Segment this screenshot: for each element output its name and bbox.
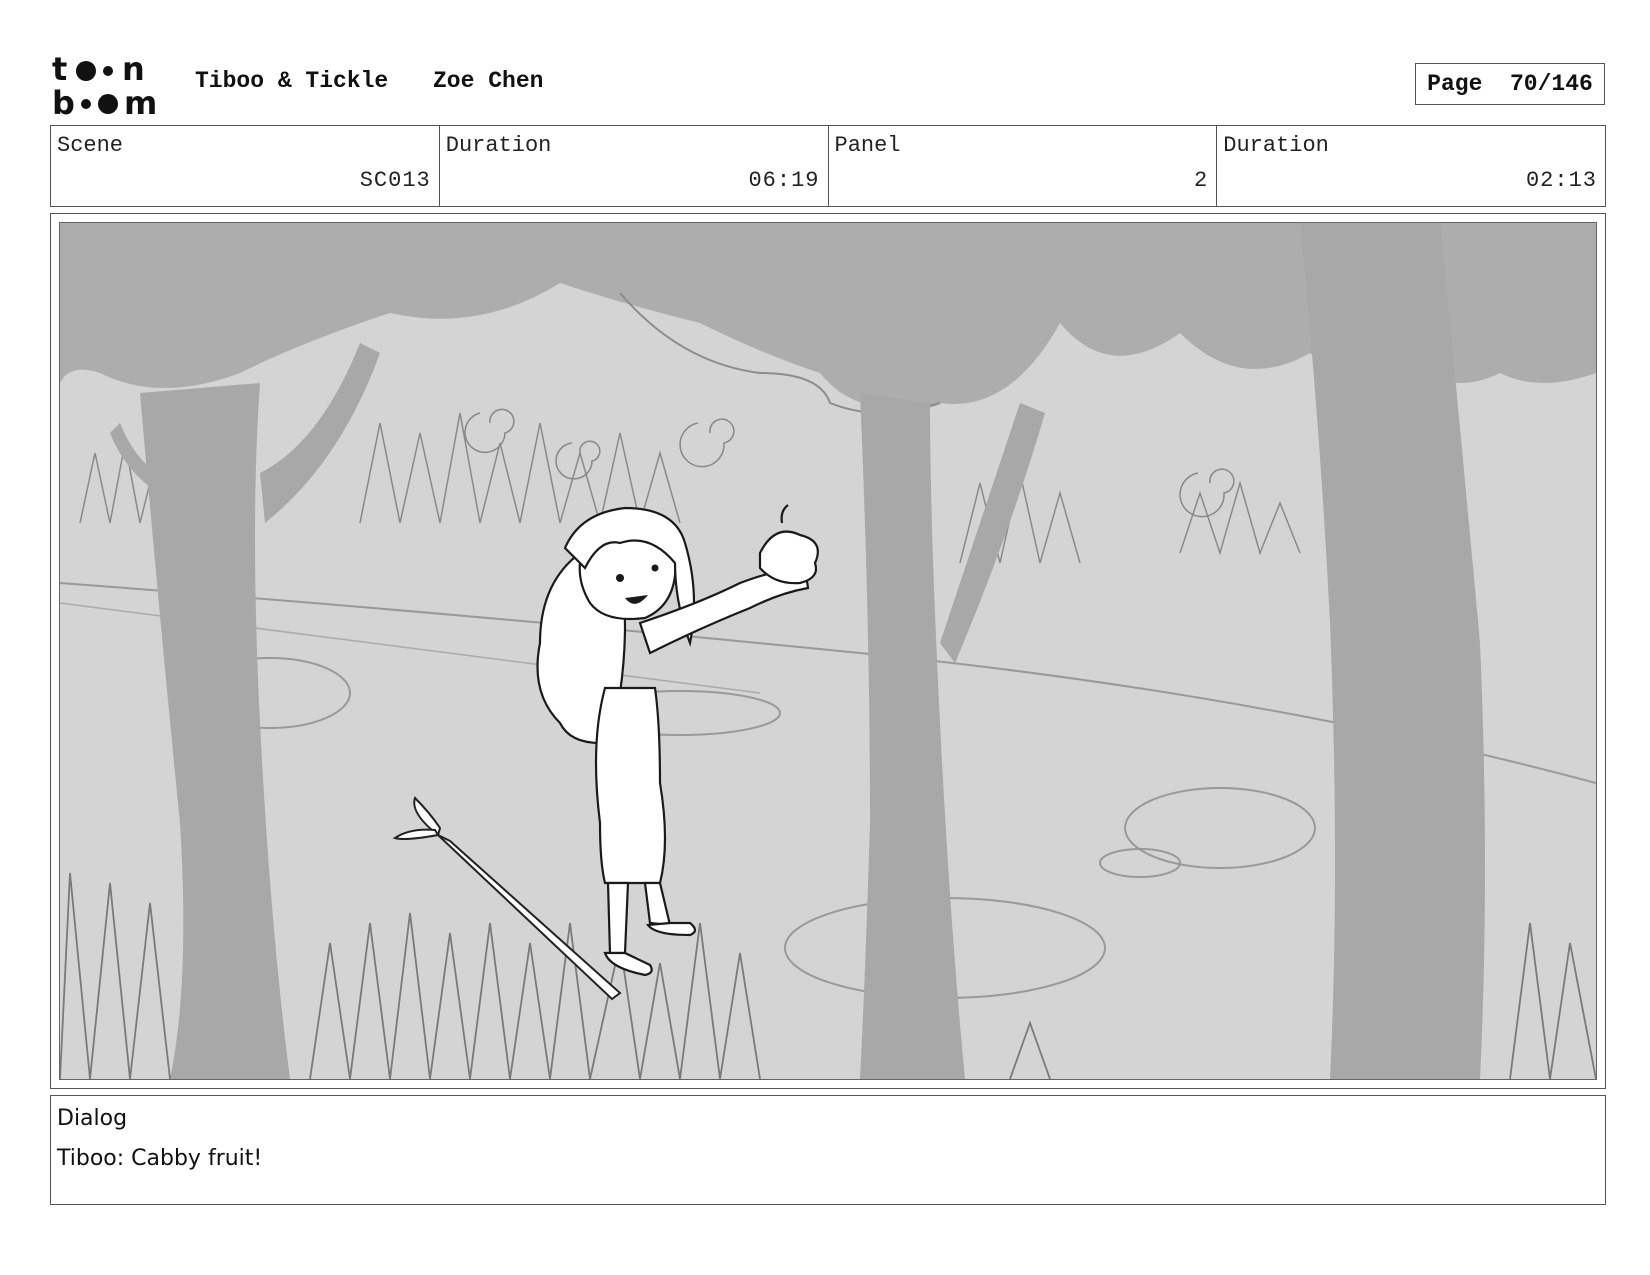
scene-duration-label: Duration [445, 133, 552, 158]
svg-text:b: b [52, 84, 75, 118]
svg-text:t: t [52, 52, 67, 88]
scene-cell: Scene SC013 [51, 126, 440, 206]
panel-cell: Panel 2 [829, 126, 1218, 206]
svg-text:m: m [124, 84, 157, 118]
page-label: Page [1427, 71, 1483, 97]
panel-value: 2 [1194, 168, 1209, 193]
scene-duration-value: 06:19 [748, 168, 820, 193]
dialog-box: Dialog Tiboo: Cabby fruit! [50, 1095, 1606, 1205]
panel-duration-label: Duration [1223, 133, 1329, 158]
toonboom-logo: t n b m [52, 50, 170, 122]
forest-sketch-illustration [60, 223, 1596, 1079]
author-name: Zoe Chen [433, 68, 544, 94]
dialog-title: Dialog [57, 1106, 128, 1131]
panel-label: Panel [834, 133, 901, 158]
dialog-line: Tiboo: Cabby fruit! [57, 1146, 263, 1171]
svg-text:n: n [122, 52, 145, 88]
page-indicator: Page 70/146 [1415, 63, 1605, 105]
page-number: 70/146 [1510, 71, 1593, 97]
project-title: Tiboo & Tickle [195, 68, 389, 94]
storyboard-panel-frame [50, 213, 1606, 1089]
scene-info-row: Scene SC013 Duration 06:19 Panel 2 Durat… [50, 125, 1606, 207]
scene-duration-cell: Duration 06:19 [440, 126, 829, 206]
scene-label: Scene [57, 133, 124, 158]
storyboard-panel-image [59, 222, 1597, 1080]
panel-duration-value: 02:13 [1525, 168, 1597, 193]
panel-duration-cell: Duration 02:13 [1217, 126, 1605, 206]
scene-value: SC013 [359, 168, 431, 193]
